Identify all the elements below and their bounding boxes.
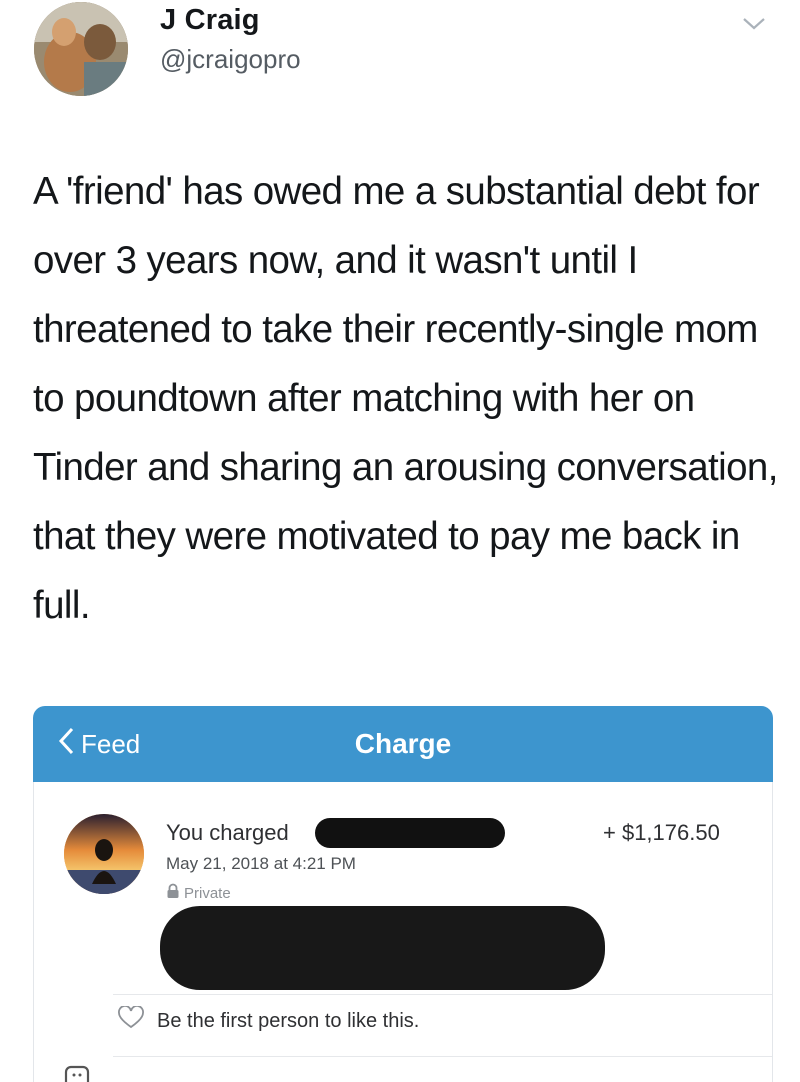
author-avatar[interactable] <box>34 2 128 96</box>
like-text: Be the first person to like this. <box>157 1009 420 1032</box>
transaction-amount: + $1,176.50 <box>603 820 720 845</box>
chevron-down-icon[interactable] <box>740 14 768 34</box>
nav-bar: Feed Charge <box>33 706 773 782</box>
comment-icon[interactable] <box>63 1064 91 1082</box>
transaction-title: You charged <box>166 820 289 845</box>
embedded-screenshot: Feed Charge You charged + $1,176.50 May … <box>33 706 773 1082</box>
heart-icon[interactable] <box>117 1005 145 1036</box>
payer-avatar[interactable] <box>64 814 144 894</box>
transaction-card: You charged + $1,176.50 May 21, 2018 at … <box>33 782 773 1082</box>
like-row[interactable]: Be the first person to like this. <box>117 1005 420 1036</box>
redacted-name <box>315 818 505 848</box>
redacted-note <box>160 906 605 990</box>
privacy-indicator[interactable]: Private <box>166 883 231 903</box>
privacy-label: Private <box>184 884 231 902</box>
author-handle[interactable]: @jcraigopro <box>160 44 301 75</box>
author-display-name[interactable]: J Craig <box>160 4 260 37</box>
tweet-text: A 'friend' has owed me a substantial deb… <box>33 170 778 627</box>
divider <box>113 1056 773 1057</box>
lock-icon <box>166 883 180 903</box>
transaction-date: May 21, 2018 at 4:21 PM <box>166 854 356 873</box>
divider <box>113 994 773 995</box>
nav-title: Charge <box>354 728 452 759</box>
